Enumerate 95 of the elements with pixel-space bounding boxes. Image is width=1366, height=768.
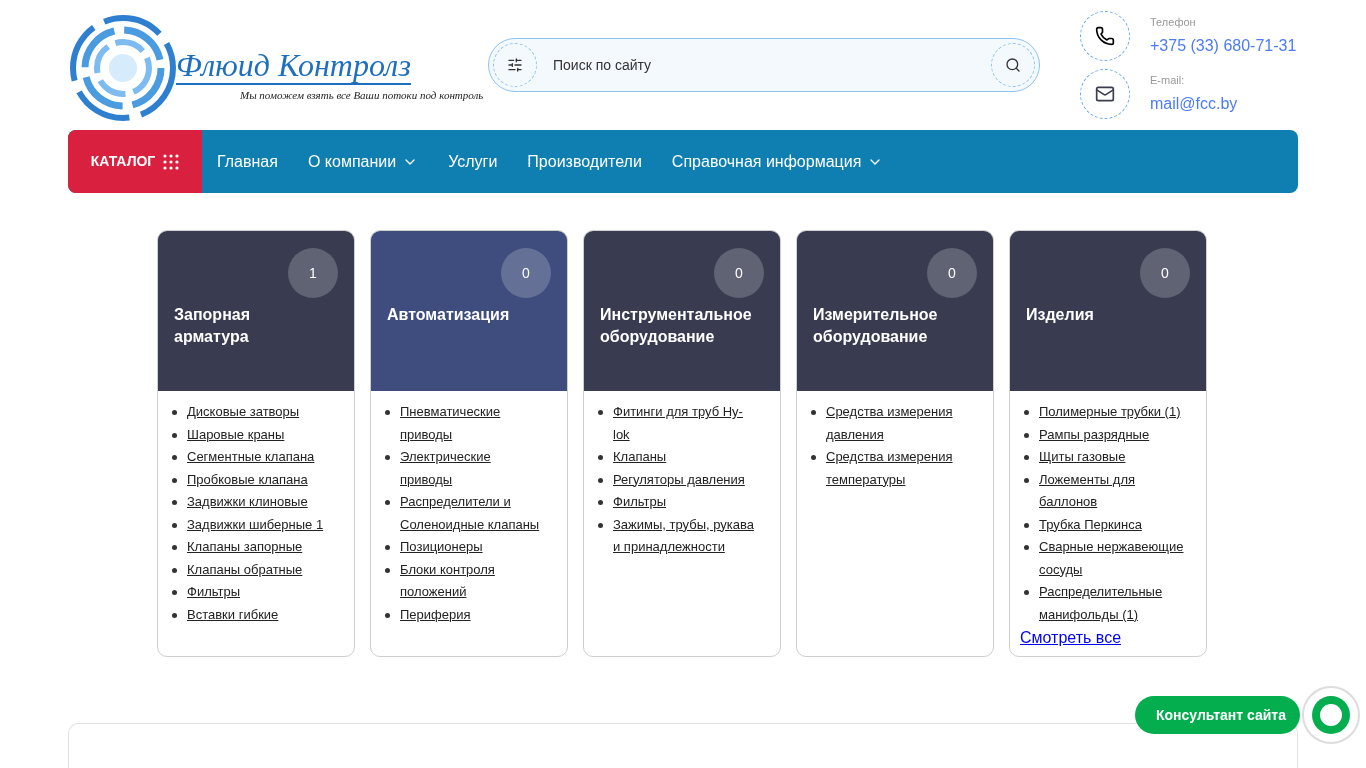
grid-icon (163, 153, 180, 170)
nav-link[interactable]: О компании (292, 149, 434, 174)
search-bar[interactable]: Поиск по сайту (488, 38, 1040, 92)
bullet-icon (172, 432, 177, 438)
bullet-icon (811, 455, 816, 460)
bullet-icon (598, 522, 603, 528)
card-header[interactable]: 0 Изделия (1010, 231, 1206, 391)
count-badge: 1 (288, 248, 338, 298)
category-link[interactable]: Ложементы для баллонов (1039, 468, 1184, 514)
category-link[interactable]: Средства измерения давления (826, 401, 971, 446)
category-link[interactable]: Шаровые краны (187, 423, 285, 446)
category-link[interactable]: Сегментные клапана (187, 446, 315, 469)
category-link[interactable]: Полимерные трубки (1) (1039, 401, 1181, 424)
category-link[interactable]: Пневматические приводы (400, 401, 545, 446)
contact-link[interactable]: mail@fcc.by (1150, 92, 1298, 117)
bullet-icon (1024, 455, 1029, 460)
count-badge: 0 (1140, 248, 1190, 298)
category-link[interactable]: Электрические приводы (400, 446, 545, 491)
category-title: Инструментальное оборудование (600, 305, 753, 347)
category-title: Автоматизация (387, 305, 511, 325)
card-header[interactable]: 0 Измерительное оборудование (797, 231, 993, 391)
category-link[interactable]: Периферия (400, 603, 471, 626)
nav-link[interactable]: Главная (202, 149, 293, 174)
category-link[interactable]: Сварные нержавеющие сосуды (1039, 536, 1184, 581)
category-link[interactable]: Фильтры (613, 491, 666, 514)
bullet-icon (172, 590, 177, 595)
category-link[interactable]: Распределители и Соленоидные клапаны (400, 491, 545, 536)
category-title: Запорная арматура (174, 305, 252, 347)
category-link[interactable]: Щиты газовые (1039, 446, 1126, 469)
bullet-icon (598, 477, 603, 483)
category-link[interactable]: Дисковые затворы (187, 401, 300, 424)
count-badge: 0 (927, 248, 977, 298)
category-title: Изделия (1026, 305, 1095, 325)
bullet-icon (172, 500, 177, 505)
count-badge: 0 (501, 248, 551, 298)
nav-link[interactable]: Справочная информация (656, 149, 899, 174)
category-link[interactable]: Клапаны (613, 446, 667, 469)
catalog-button[interactable]: КАТАЛОГ (68, 130, 202, 193)
search-field[interactable]: Поиск по сайту (537, 54, 991, 76)
category-link[interactable]: Зажимы, трубы, рукава и принадлежности (613, 513, 758, 559)
bullet-icon (1024, 545, 1029, 550)
bullet-icon (811, 410, 816, 415)
card-header[interactable]: 0 Инструментальное оборудование (584, 231, 780, 391)
category-link[interactable]: Трубка Перкинса (1039, 513, 1142, 536)
category-link[interactable]: Фильтры (187, 581, 240, 604)
bullet-icon (385, 567, 390, 573)
logo-title: Флюид Контролз (176, 46, 411, 85)
bullet-icon (172, 522, 177, 528)
nav-link[interactable]: Производители (512, 149, 657, 174)
card-header[interactable]: 1 Запорная арматура (158, 231, 354, 391)
bullet-icon (1024, 477, 1029, 483)
see-all-link[interactable]: Смотреть все (1020, 626, 1122, 650)
bullet-icon (385, 612, 390, 618)
category-link[interactable]: Регуляторы давления (613, 468, 745, 491)
category-link[interactable]: Вставки гибкие (187, 603, 279, 626)
bullet-icon (172, 545, 177, 550)
category-link[interactable]: Рампы разрядные (1039, 423, 1150, 446)
category-link[interactable]: Средства измерения температуры (826, 446, 971, 491)
bullet-icon (172, 612, 177, 618)
contact-label: Телефон (1150, 14, 1197, 30)
bullet-icon (172, 567, 177, 573)
category-link[interactable]: Блоки контроля положений (400, 558, 545, 604)
category-link[interactable]: Клапаны обратные (187, 558, 303, 581)
category-link[interactable]: Распределительные манифольды (1) (1039, 581, 1184, 626)
bullet-icon (1024, 590, 1029, 595)
category-link[interactable]: Клапаны запорные (187, 536, 303, 559)
bullet-icon (598, 455, 603, 460)
swirl-logo-icon (68, 13, 178, 123)
contact-link[interactable]: +375 (33) 680-71-31 (1150, 34, 1298, 59)
phone-icon (1095, 26, 1115, 46)
bullet-icon (598, 500, 603, 505)
category-link[interactable]: Задвижки шиберные 1 (187, 513, 324, 536)
bullet-icon (172, 455, 177, 460)
category-link[interactable]: Фитинги для труб Hy-lok (613, 401, 758, 446)
bullet-icon (385, 500, 390, 505)
category-link[interactable]: Пробковые клапана (187, 468, 308, 491)
bullet-icon (385, 410, 390, 415)
card-header[interactable]: 0 Автоматизация (371, 231, 567, 391)
bullet-icon (172, 477, 177, 483)
bullet-icon (1024, 410, 1029, 415)
bullet-icon (385, 545, 390, 550)
bullet-icon (1024, 432, 1029, 438)
bullet-icon (1024, 522, 1029, 528)
count-badge: 0 (714, 248, 764, 298)
chat-icon[interactable] (1302, 686, 1360, 744)
category-link[interactable]: Задвижки клиновые (187, 491, 308, 514)
category-title: Измерительное оборудование (813, 305, 939, 347)
logo-tagline: Мы поможем взять все Ваши потоки под контроль (240, 87, 484, 103)
bullet-icon (598, 410, 603, 415)
nav-link[interactable]: Услуги (433, 149, 513, 174)
bullet-icon (385, 455, 390, 460)
contact-label: E-mail: (1150, 72, 1186, 88)
category-link[interactable]: Позиционеры (400, 536, 483, 559)
bullet-icon (172, 410, 177, 415)
mail-icon (1095, 84, 1115, 104)
